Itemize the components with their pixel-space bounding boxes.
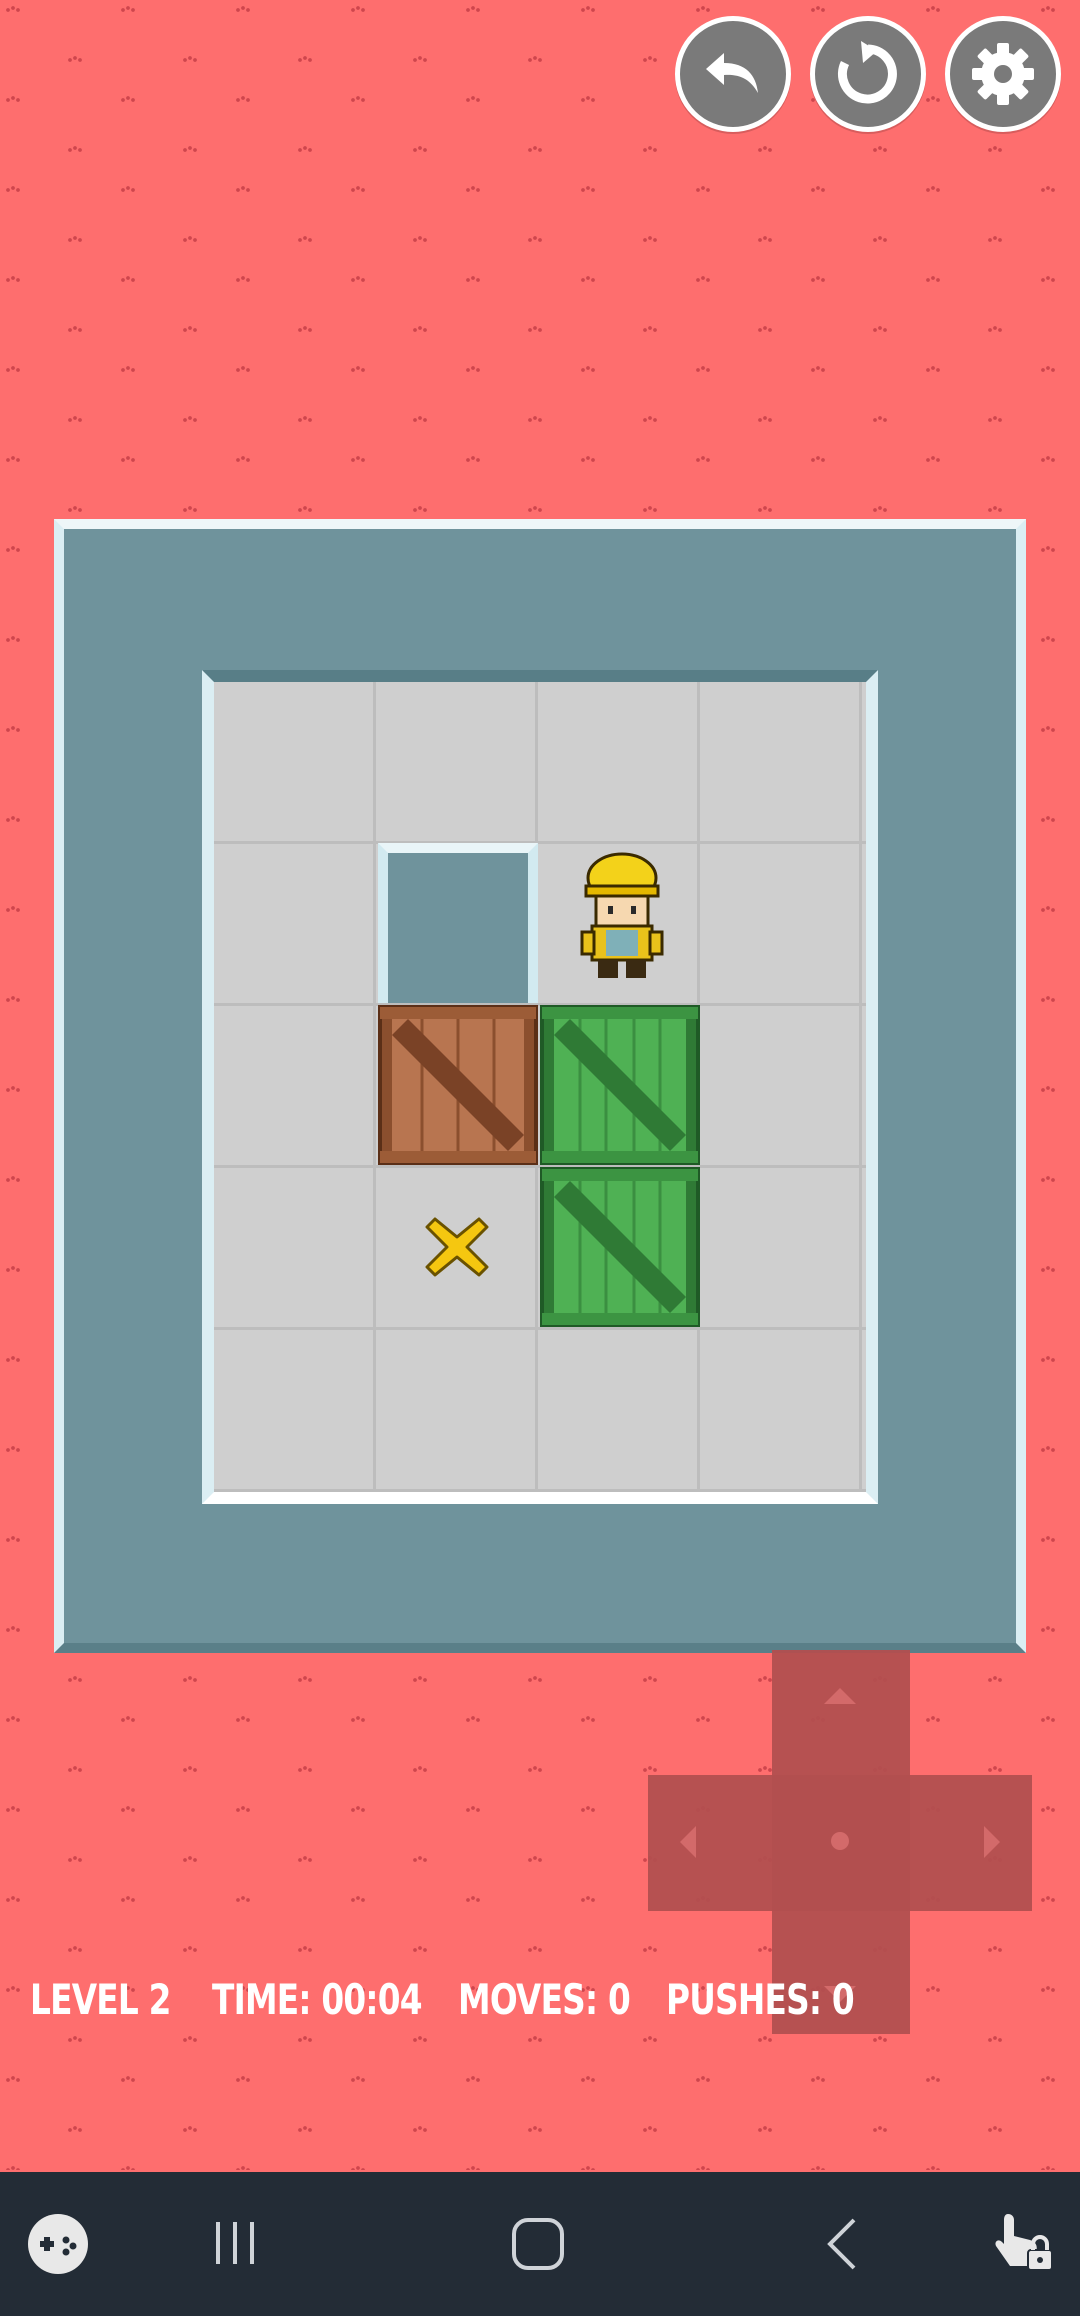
dpad-right-button[interactable] [984, 1826, 1000, 1858]
dpad-up-button[interactable] [824, 1688, 856, 1704]
undo-icon [706, 53, 758, 93]
undo-button[interactable] [675, 16, 791, 132]
touch-lock-icon[interactable] [988, 2206, 1056, 2274]
level-label: LEVEL 2 [30, 1975, 171, 2024]
game-launcher-icon[interactable] [26, 2212, 90, 2276]
dpad-center [831, 1832, 849, 1850]
wall-block [378, 843, 538, 1003]
home-icon[interactable] [510, 2216, 566, 2272]
gear-icon [972, 43, 1034, 105]
player-character [580, 852, 664, 978]
dpad-left-button[interactable] [680, 1826, 696, 1858]
crate[interactable] [378, 1005, 538, 1165]
target-x-icon [425, 1217, 489, 1277]
crate-on-target[interactable] [540, 1167, 700, 1327]
crate-on-target[interactable] [540, 1005, 700, 1165]
time-label: TIME: 00:04 [212, 1975, 423, 2024]
moves-label: MOVES: 0 [458, 1975, 631, 2024]
recent-apps-icon[interactable] [210, 2218, 260, 2268]
back-icon[interactable] [820, 2216, 864, 2272]
pushes-label: PUSHES: 0 [666, 1975, 855, 2024]
restart-icon [837, 41, 897, 104]
restart-button[interactable] [810, 16, 926, 132]
settings-button[interactable] [945, 16, 1061, 132]
